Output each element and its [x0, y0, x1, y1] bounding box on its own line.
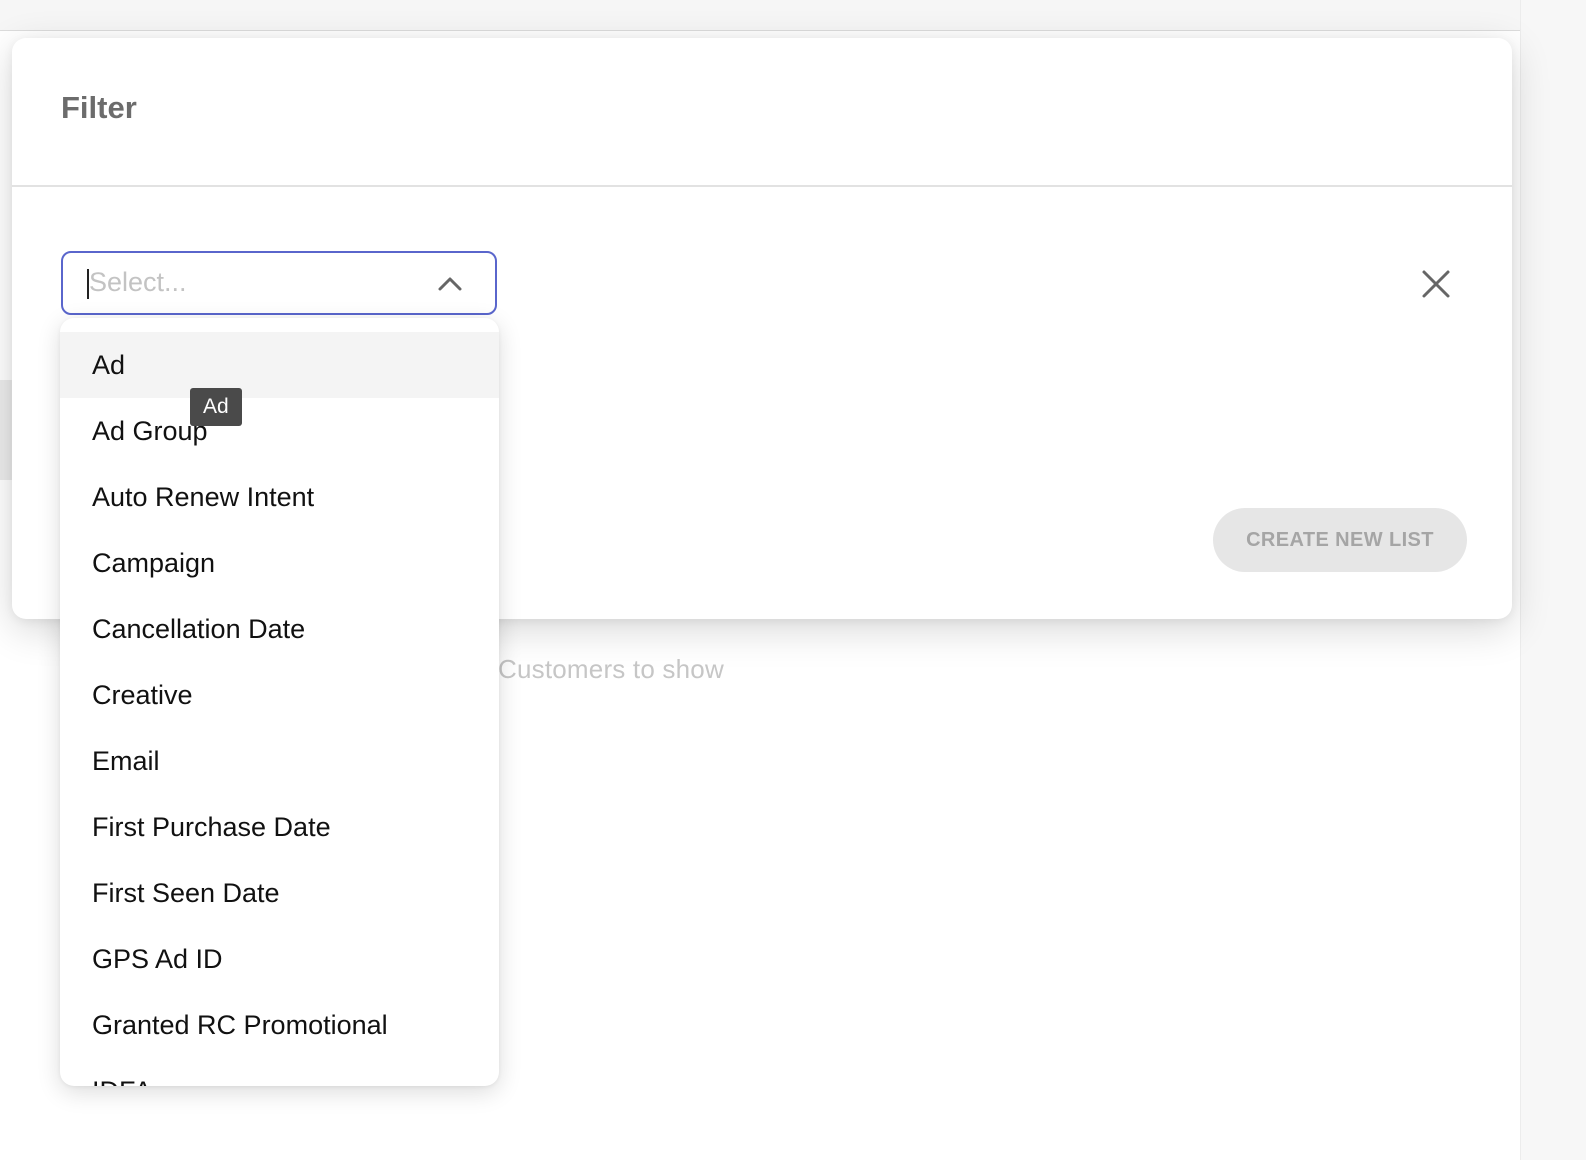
dropdown-option[interactable]: Auto Renew Intent [60, 464, 499, 530]
empty-state-text: Customers to show [498, 654, 724, 684]
modal-title: Filter [61, 90, 137, 125]
app-window: Customers to show Filter Select... CREAT… [0, 0, 1586, 1160]
right-gutter [1520, 0, 1586, 1160]
dropdown-option[interactable]: Ad [60, 332, 499, 398]
dropdown-option[interactable]: Campaign [60, 530, 499, 596]
create-new-list-button[interactable]: CREATE NEW LIST [1213, 508, 1467, 572]
dropdown-option[interactable]: Email [60, 728, 499, 794]
dropdown-option[interactable]: Cancellation Date [60, 596, 499, 662]
dropdown-option[interactable]: GPS Ad ID [60, 926, 499, 992]
dropdown-option[interactable]: First Seen Date [60, 860, 499, 926]
select-placeholder: Select... [89, 267, 187, 297]
modal-divider [12, 185, 1512, 187]
top-bar [0, 0, 1520, 31]
dropdown-option[interactable]: Creative [60, 662, 499, 728]
select-dropdown-menu: Ad Ad Group Auto Renew Intent Campaign Cance… [60, 318, 499, 1086]
close-icon[interactable] [1418, 266, 1454, 302]
option-tooltip: Ad [190, 388, 242, 426]
dropdown-option[interactable]: Ad Group [60, 398, 499, 464]
filter-select[interactable]: Select... [61, 251, 497, 315]
chevron-up-icon[interactable] [437, 271, 463, 297]
background-row-shade [0, 380, 12, 480]
dropdown-option[interactable]: Granted RC Promotional [60, 992, 499, 1058]
dropdown-option[interactable]: IDFA [60, 1058, 499, 1086]
dropdown-option[interactable]: First Purchase Date [60, 794, 499, 860]
dropdown-options-list: Ad Ad Group Auto Renew Intent Campaign Cance… [60, 332, 499, 1086]
